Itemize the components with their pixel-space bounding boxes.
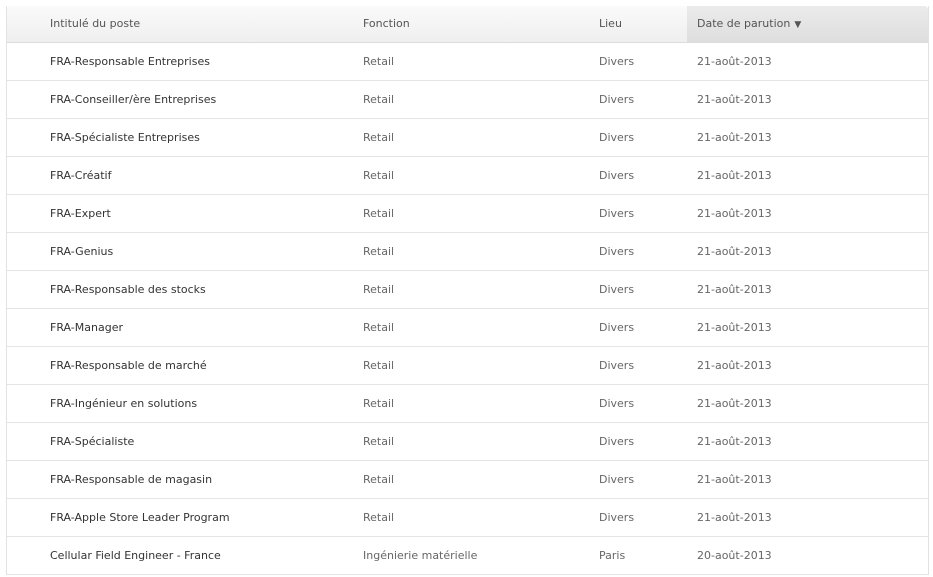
job-date: 21-août-2013 (697, 435, 772, 448)
job-location: Divers (599, 93, 635, 106)
table-row[interactable]: FRA-Responsable de magasin Retail Divers 21… (7, 461, 928, 499)
job-location: Divers (599, 55, 635, 68)
table-body: FRA-Responsable Entreprises Retail Divers 2… (7, 43, 928, 575)
job-location: Divers (599, 207, 635, 220)
column-header-date-label: Date de parution (697, 17, 791, 30)
job-function: Retail (363, 245, 395, 258)
table-row[interactable]: FRA-Genius Retail Divers 21-août-2013 (7, 233, 928, 271)
job-function: Retail (363, 435, 395, 448)
job-title-link[interactable]: FRA-Responsable Entreprises (50, 43, 210, 80)
job-date: 21-août-2013 (697, 397, 772, 410)
job-date: 21-août-2013 (697, 207, 772, 220)
job-date: 21-août-2013 (697, 511, 772, 524)
job-function: Retail (363, 397, 395, 410)
job-date: 21-août-2013 (697, 321, 772, 334)
job-location: Divers (599, 131, 635, 144)
job-title-link[interactable]: FRA-Responsable des stocks (50, 271, 206, 308)
column-header-title[interactable]: Intitulé du poste (50, 6, 140, 42)
job-location: Divers (599, 473, 635, 486)
job-location: Divers (599, 283, 635, 296)
job-date: 20-août-2013 (697, 549, 772, 562)
job-date: 21-août-2013 (697, 245, 772, 258)
job-title-link[interactable]: FRA-Genius (50, 233, 113, 270)
job-function: Retail (363, 131, 395, 144)
job-title-link[interactable]: FRA-Manager (50, 309, 123, 346)
job-function: Retail (363, 473, 395, 486)
job-location: Divers (599, 397, 635, 410)
table-row[interactable]: FRA-Conseiller/ère Entreprises Retail Dive… (7, 81, 928, 119)
table-row[interactable]: FRA-Créatif Retail Divers 21-août-2013 (7, 157, 928, 195)
job-title-link[interactable]: FRA-Créatif (50, 157, 112, 194)
job-location: Divers (599, 511, 635, 524)
job-date: 21-août-2013 (697, 359, 772, 372)
table-row[interactable]: Cellular Field Engineer - France Ingénier… (7, 537, 928, 575)
job-function: Ingénierie matérielle (363, 549, 478, 562)
job-function: Retail (363, 321, 395, 334)
job-date: 21-août-2013 (697, 473, 772, 486)
job-title-link[interactable]: FRA-Apple Store Leader Program (50, 499, 230, 536)
table-row[interactable]: FRA-Responsable Entreprises Retail Divers 2… (7, 43, 928, 81)
job-date: 21-août-2013 (697, 131, 772, 144)
job-function: Retail (363, 55, 395, 68)
table-row[interactable]: FRA-Spécialiste Entreprises Retail Divers 2… (7, 119, 928, 157)
job-title-link[interactable]: FRA-Responsable de marché (50, 347, 207, 384)
job-location: Divers (599, 359, 635, 372)
job-location: Divers (599, 435, 635, 448)
job-function: Retail (363, 359, 395, 372)
table-row[interactable]: FRA-Manager Retail Divers 21-août-2013 (7, 309, 928, 347)
job-title-link[interactable]: FRA-Conseiller/ère Entreprises (50, 81, 216, 118)
job-function: Retail (363, 511, 395, 524)
column-header-location[interactable]: Lieu (599, 6, 622, 42)
table-row[interactable]: FRA-Spécialiste Retail Divers 21-août-2013 (7, 423, 928, 461)
table-row[interactable]: FRA-Ingénieur en solutions Retail Divers 21… (7, 385, 928, 423)
job-function: Retail (363, 207, 395, 220)
column-header-function[interactable]: Fonction (363, 6, 410, 42)
job-title-link[interactable]: FRA-Responsable de magasin (50, 461, 212, 498)
job-location: Paris (599, 549, 626, 562)
job-function: Retail (363, 169, 395, 182)
table-row[interactable]: FRA-Apple Store Leader Program Retail Dive… (7, 499, 928, 537)
table-row[interactable]: FRA-Expert Retail Divers 21-août-2013 (7, 195, 928, 233)
job-date: 21-août-2013 (697, 283, 772, 296)
job-date: 21-août-2013 (697, 169, 772, 182)
job-title-link[interactable]: FRA-Expert (50, 195, 111, 232)
job-date: 21-août-2013 (697, 55, 772, 68)
table-row[interactable]: FRA-Responsable des stocks Retail Divers 21… (7, 271, 928, 309)
job-date: 21-août-2013 (697, 93, 772, 106)
job-location: Divers (599, 321, 635, 334)
job-title-link[interactable]: Cellular Field Engineer - France (50, 537, 221, 574)
sort-descending-icon: ▼ (794, 20, 802, 30)
column-header-date[interactable]: Date de parution ▼ (687, 6, 928, 42)
job-location: Divers (599, 245, 635, 258)
job-function: Retail (363, 283, 395, 296)
job-location: Divers (599, 169, 635, 182)
job-listings-table: Intitulé du poste Fonction Lieu Date de … (6, 6, 929, 575)
job-title-link[interactable]: FRA-Spécialiste Entreprises (50, 119, 200, 156)
job-function: Retail (363, 93, 395, 106)
table-header: Intitulé du poste Fonction Lieu Date de … (7, 6, 928, 43)
table-row[interactable]: FRA-Responsable de marché Retail Divers 21-… (7, 347, 928, 385)
job-title-link[interactable]: FRA-Spécialiste (50, 423, 134, 460)
job-title-link[interactable]: FRA-Ingénieur en solutions (50, 385, 197, 422)
